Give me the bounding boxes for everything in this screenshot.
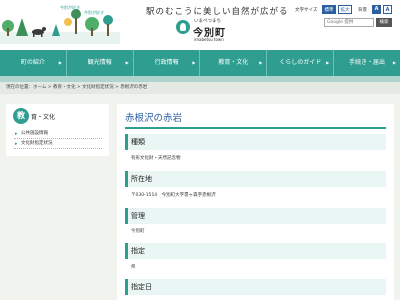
background-option-button[interactable]: A bbox=[383, 5, 392, 14]
nav-item-town-intro[interactable]: 町の紹介 bbox=[0, 50, 67, 76]
site-header: 今別が好き 今別が好き 駅のむこうに美しい自然が広がる いまべつまち 今別町 i… bbox=[0, 0, 400, 50]
font-size-label: 文字サイズ bbox=[295, 8, 318, 13]
search-input[interactable] bbox=[324, 18, 374, 27]
section-heading-designation: 指定 bbox=[125, 243, 386, 259]
nav-item-education-culture[interactable]: 教育・文化 bbox=[200, 50, 268, 76]
font-size-standard-button[interactable]: 標準 bbox=[322, 5, 336, 14]
section-heading-location: 所在地 bbox=[125, 171, 386, 187]
page-title: 赤根沢の赤岩 bbox=[125, 113, 183, 124]
section-value-designation: 県 bbox=[131, 265, 136, 270]
global-nav: 町の紹介 観光情報 行政情報 教育・文化 くらしのガイド 手続き・届出 bbox=[0, 50, 400, 76]
search-button[interactable]: 検索 bbox=[376, 18, 392, 27]
section-value-management: 今別町 bbox=[131, 229, 145, 234]
section-value-location: 〒030-1514 今別町大字袰ヶ森字赤根沢 bbox=[131, 193, 216, 198]
nav-item-living-guide[interactable]: くらしのガイド bbox=[267, 50, 335, 76]
town-logo-icon[interactable] bbox=[176, 20, 190, 34]
background-label: 背景 bbox=[358, 8, 367, 13]
category-badge: 教 bbox=[13, 108, 29, 124]
sidebar-link-cultural-properties[interactable]: 文化財指定状況 bbox=[14, 140, 102, 149]
logo-roman: imabetsu town bbox=[194, 37, 224, 42]
main-content: 赤根沢の赤岩 種類 有形文化財・天然記念物 所在地 〒030-1514 今別町大… bbox=[117, 104, 394, 300]
nav-item-tourism[interactable]: 観光情報 bbox=[67, 50, 134, 76]
illust-label: 今別が好き bbox=[84, 10, 104, 15]
sidebar-title: 育・文化 bbox=[31, 114, 56, 121]
background-option-button[interactable]: A bbox=[372, 5, 381, 14]
catchphrase: 駅のむこうに美しい自然が広がる bbox=[146, 7, 289, 17]
illust-label: 今別が好き bbox=[60, 5, 80, 10]
page: 今別が好き 今別が好き 駅のむこうに美しい自然が広がる いまべつまち 今別町 i… bbox=[0, 0, 400, 300]
section-heading-type: 種類 bbox=[125, 134, 386, 150]
section-heading-designation-date: 指定日 bbox=[125, 279, 386, 295]
title-divider bbox=[125, 127, 386, 129]
section-heading-management: 管理 bbox=[125, 208, 386, 224]
sidebar: 教 育・文化 公共施設情報 文化財指定状況 bbox=[6, 104, 109, 156]
breadcrumb[interactable]: 現在の位置：ホーム > 教育・文化 > 文化財指定状況 > 赤根沢の赤岩 bbox=[0, 82, 400, 94]
sidebar-link-public-facilities[interactable]: 公共施設情報 bbox=[14, 130, 102, 139]
nav-item-procedures[interactable]: 手続き・届出 bbox=[334, 50, 400, 76]
nav-item-administration[interactable]: 行政情報 bbox=[134, 50, 201, 76]
sidebar-header: 教 育・文化 bbox=[6, 104, 109, 130]
font-size-large-button[interactable]: 拡大 bbox=[338, 5, 352, 14]
section-value-type: 有形文化財・天然記念物 bbox=[131, 156, 181, 161]
